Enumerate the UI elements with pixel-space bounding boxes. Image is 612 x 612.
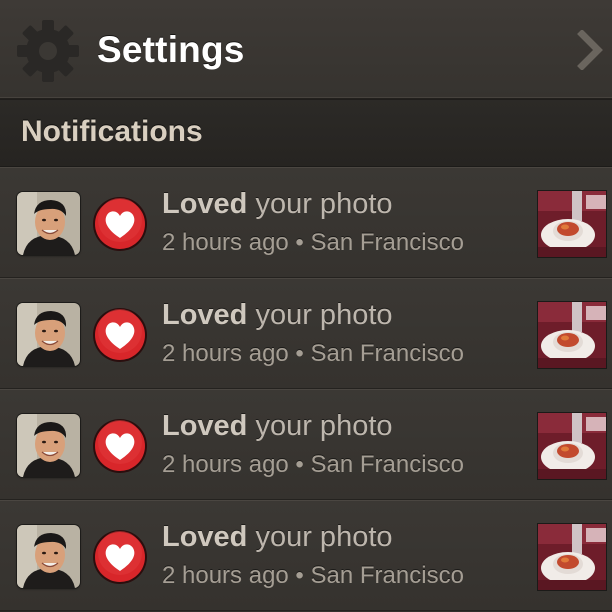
notification-time: 2 hours ago [162,340,289,367]
photo-thumbnail[interactable] [538,302,606,368]
heart-icon [93,419,147,473]
notification-text: your photo [247,188,393,220]
meta-separator: • [288,451,311,478]
notification-text: your photo [247,299,393,331]
notification-verb: Loved [162,299,248,331]
notification-time: 2 hours ago [162,562,289,589]
notification-title: Loved your photo [162,410,393,443]
notification-meta: 2 hours ago • San Francisco [162,562,464,590]
notification-list: Loved your photo 2 hours ago • San Franc… [0,167,612,611]
meta-separator: • [288,340,311,367]
notifications-screen: Settings Notifications Loved your photo … [0,0,612,612]
notification-meta: 2 hours ago • San Francisco [162,340,464,368]
notification-location: San Francisco [310,340,464,367]
meta-separator: • [288,562,311,589]
notification-meta: 2 hours ago • San Francisco [162,451,464,479]
gear-icon [17,20,79,82]
heart-icon [93,197,147,251]
notification-text: your photo [247,521,393,553]
notification-verb: Loved [162,521,248,553]
notification-location: San Francisco [310,562,464,589]
notification-row[interactable]: Loved your photo 2 hours ago • San Franc… [0,167,612,278]
notification-title: Loved your photo [162,521,393,554]
settings-row[interactable]: Settings [0,0,612,99]
heart-icon [93,530,147,584]
notification-verb: Loved [162,188,248,220]
notification-time: 2 hours ago [162,451,289,478]
photo-thumbnail[interactable] [538,524,606,590]
notification-time: 2 hours ago [162,229,289,256]
avatar[interactable] [17,414,80,477]
notification-row[interactable]: Loved your photo 2 hours ago • San Franc… [0,278,612,389]
heart-icon [93,308,147,362]
settings-title: Settings [97,29,245,70]
notification-title: Loved your photo [162,299,393,332]
avatar[interactable] [17,303,80,366]
notification-row[interactable]: Loved your photo 2 hours ago • San Franc… [0,389,612,500]
notification-row[interactable]: Loved your photo 2 hours ago • San Franc… [0,500,612,611]
photo-thumbnail[interactable] [538,413,606,479]
section-title: Notifications [21,115,203,148]
notification-title: Loved your photo [162,188,393,221]
notification-verb: Loved [162,410,248,442]
notification-location: San Francisco [310,229,464,256]
meta-separator: • [288,229,311,256]
notification-meta: 2 hours ago • San Francisco [162,229,464,257]
notification-text: your photo [247,410,393,442]
photo-thumbnail[interactable] [538,191,606,257]
avatar[interactable] [17,525,80,588]
chevron-right-icon [577,30,603,70]
avatar[interactable] [17,192,80,255]
notification-location: San Francisco [310,451,464,478]
